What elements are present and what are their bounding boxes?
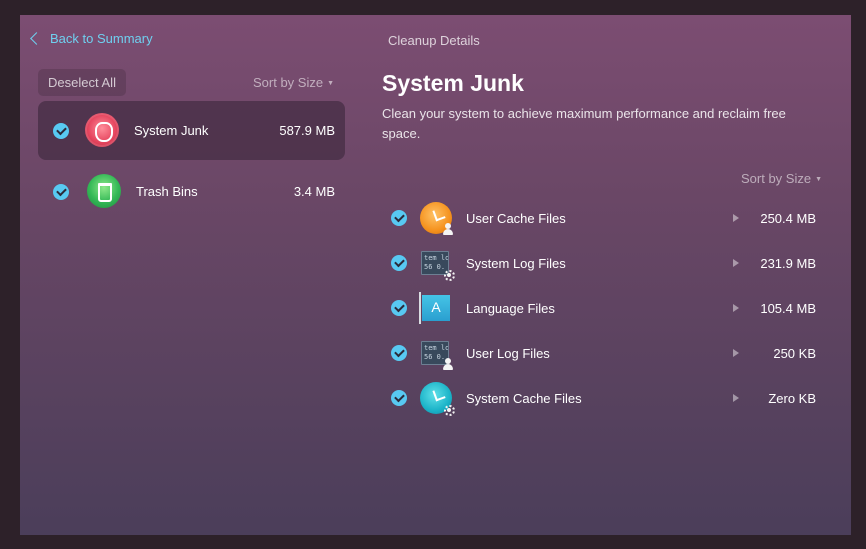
list-item-size: 231.9 MB: [760, 255, 816, 271]
sidebar-item-label: System Junk: [134, 123, 209, 138]
sidebar-item-label: Trash Bins: [136, 184, 198, 199]
list-item-label: System Log Files: [466, 255, 566, 271]
language-files-icon: A: [419, 292, 452, 324]
checkbox-checked-icon[interactable]: [53, 183, 69, 200]
sort-label: Sort by Size: [253, 75, 324, 90]
sidebar-item-size: 587.9 MB: [279, 123, 335, 138]
system-log-icon: tem lo 56 0.: [420, 247, 455, 281]
disclosure-arrow-icon[interactable]: [733, 259, 739, 267]
checkbox-checked-icon[interactable]: [391, 345, 407, 361]
back-to-summary-label: Back to Summary: [50, 31, 153, 46]
trash-bin-icon: [87, 174, 121, 208]
sidebar-item-system-junk[interactable]: System Junk 587.9 MB: [38, 101, 345, 160]
language-glyph: A: [431, 299, 441, 315]
list-item-size: 105.4 MB: [760, 300, 816, 316]
disclosure-arrow-icon[interactable]: [733, 394, 739, 402]
sidebar-item-size: 3.4 MB: [293, 184, 335, 199]
list-item-size: 250 KB: [773, 345, 816, 361]
checkbox-checked-icon[interactable]: [391, 390, 407, 406]
checkbox-checked-icon[interactable]: [391, 255, 407, 271]
list-item-label: User Log Files: [466, 345, 550, 361]
list-item-label: User Cache Files: [466, 210, 566, 226]
checkbox-checked-icon[interactable]: [391, 210, 407, 226]
list-item-language-files[interactable]: A Language Files 105.4 MB: [382, 288, 822, 328]
system-junk-icon: [85, 113, 119, 147]
checkbox-checked-icon[interactable]: [391, 300, 407, 316]
list-item-user-log-files[interactable]: tem lo 56 0. User Log Files 250 KB: [382, 333, 822, 373]
disclosure-arrow-icon[interactable]: [733, 214, 739, 222]
sort-label: Sort by Size: [741, 171, 812, 186]
caret-down-icon: ▼: [327, 80, 335, 87]
page-description: Clean your system to achieve maximum per…: [382, 106, 786, 141]
user-cache-icon: [420, 202, 453, 235]
list-item-size: Zero KB: [768, 390, 816, 406]
system-cache-icon: [420, 382, 455, 416]
user-log-icon: tem lo 56 0.: [420, 337, 453, 370]
sidebar-sort-by-size[interactable]: Sort by Size ▼: [253, 75, 334, 90]
cleanup-details-window: Back to Summary Cleanup Details Deselect…: [20, 15, 851, 535]
detail-sort-by-size[interactable]: Sort by Size ▼: [741, 171, 822, 186]
sidebar-item-trash-bins[interactable]: Trash Bins 3.4 MB: [38, 162, 345, 221]
list-item-system-cache-files[interactable]: System Cache Files Zero KB: [382, 378, 822, 418]
caret-down-icon: ▼: [815, 176, 823, 183]
deselect-all-button[interactable]: Deselect All: [38, 69, 126, 96]
disclosure-arrow-icon[interactable]: [733, 304, 739, 312]
screen-background: Back to Summary Cleanup Details Deselect…: [0, 0, 866, 549]
chevron-left-icon: [30, 32, 43, 45]
list-item-user-cache-files[interactable]: User Cache Files 250.4 MB: [382, 198, 822, 238]
list-item-size: 250.4 MB: [760, 210, 816, 226]
list-item-system-log-files[interactable]: tem lo 56 0. System Log Files 231.9 MB: [382, 243, 822, 283]
back-to-summary-button[interactable]: Back to Summary: [28, 31, 153, 46]
disclosure-arrow-icon[interactable]: [733, 349, 739, 357]
page-title: System Junk: [382, 70, 524, 96]
list-item-label: System Cache Files: [466, 390, 582, 406]
list-item-label: Language Files: [466, 300, 555, 316]
window-title: Cleanup Details: [388, 33, 480, 48]
checkbox-checked-icon[interactable]: [53, 122, 69, 139]
